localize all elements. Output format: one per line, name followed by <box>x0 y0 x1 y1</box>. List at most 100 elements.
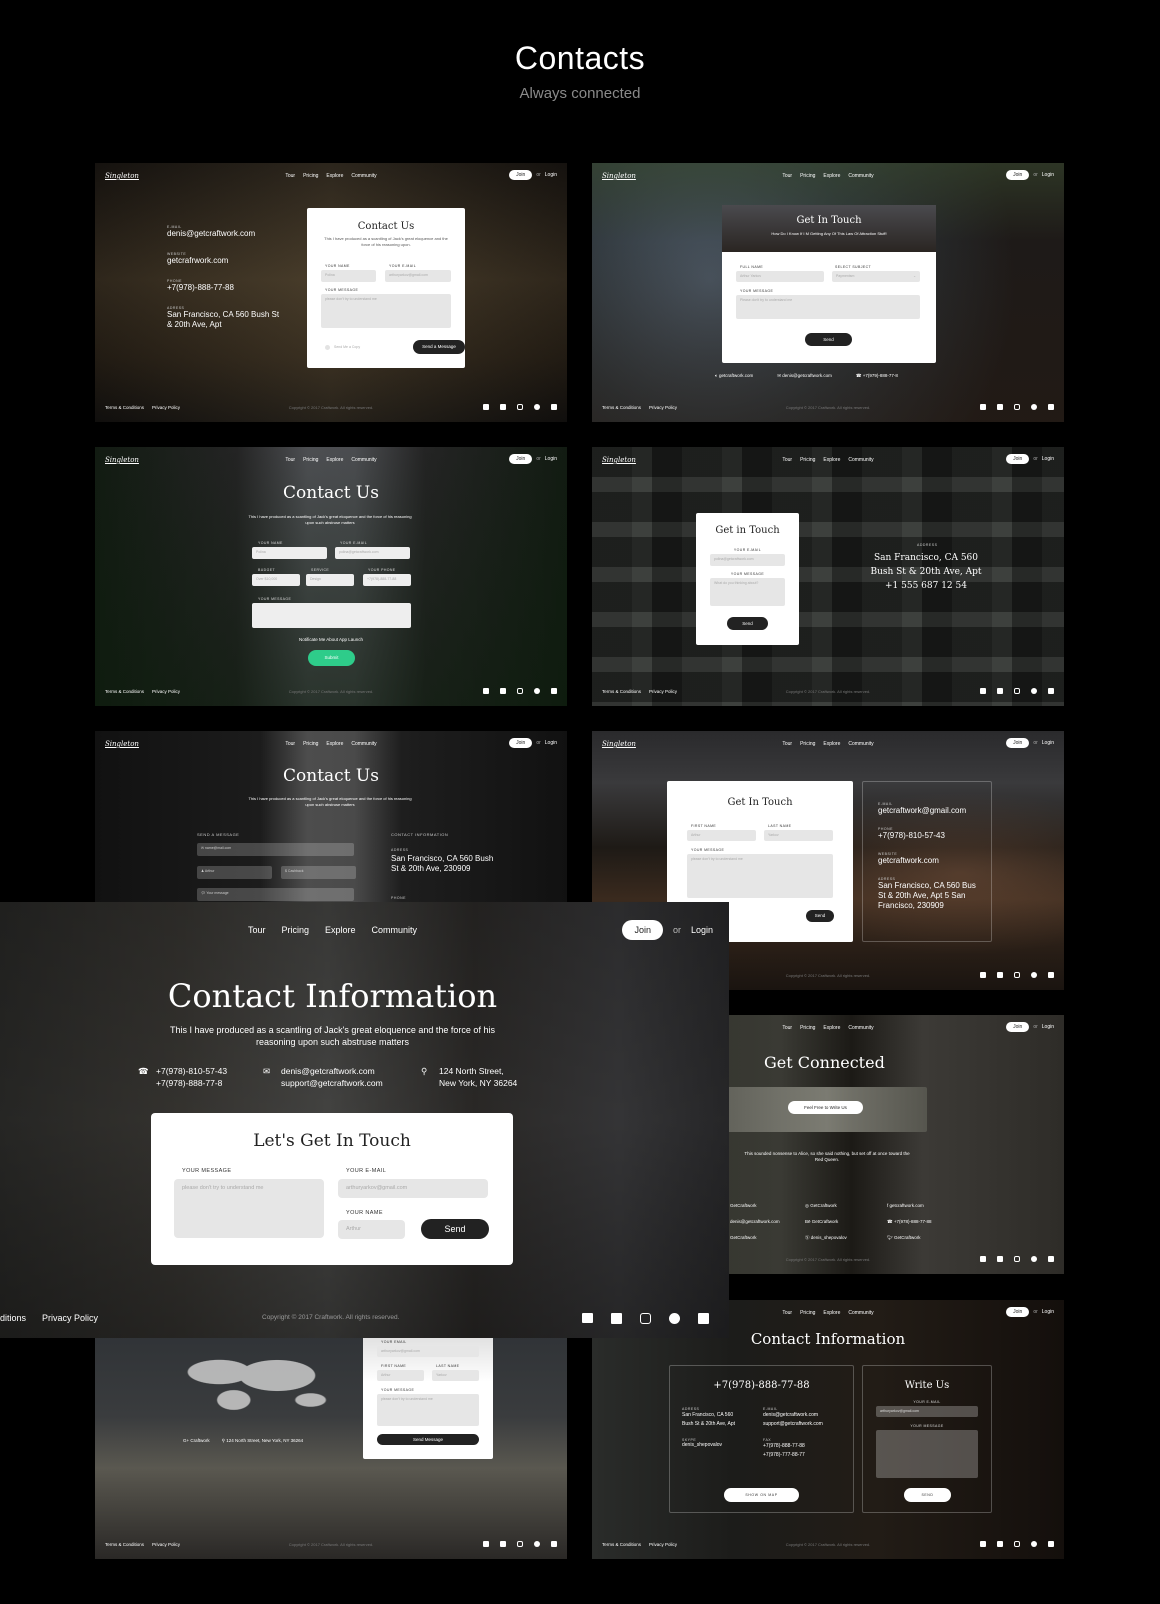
nav-pricing[interactable]: Pricing <box>800 741 815 747</box>
email-input[interactable]: ✉ name@mail.com <box>197 843 354 856</box>
nav-community[interactable]: Community <box>848 1025 873 1031</box>
send-message-button[interactable]: Send a Message <box>413 340 465 354</box>
write-us-button[interactable]: Feel Free to Write Us <box>788 1101 863 1114</box>
login-link[interactable]: Login <box>545 740 557 746</box>
login-link[interactable]: Login <box>1042 740 1054 746</box>
nav-tour[interactable]: Tour <box>782 173 792 179</box>
terms-link[interactable]: Terms & Conditions <box>602 405 641 410</box>
facebook-icon[interactable] <box>997 404 1003 410</box>
join-button[interactable]: Join <box>1006 1022 1030 1032</box>
submit-button[interactable]: Submit <box>308 650 355 666</box>
first-name-input[interactable]: Arthur <box>687 830 756 841</box>
social-link[interactable]: Bē GetCraftwork <box>805 1214 887 1230</box>
nav-pricing[interactable]: Pricing <box>303 457 318 463</box>
mail-icon[interactable] <box>483 1541 489 1547</box>
login-link[interactable]: Login <box>545 172 557 178</box>
privacy-link[interactable]: Privacy Policy <box>152 1542 180 1547</box>
twitter-icon[interactable] <box>1048 688 1054 694</box>
login-link[interactable]: Login <box>691 925 713 935</box>
message-input[interactable]: please don't try to understand me <box>174 1179 324 1238</box>
join-button[interactable]: Join <box>1006 1307 1030 1317</box>
instagram-icon[interactable] <box>1014 972 1020 978</box>
privacy-link[interactable]: Privacy Policy <box>152 405 180 410</box>
terms-link[interactable]: Terms & Conditions <box>602 689 641 694</box>
pinterest-icon[interactable] <box>1031 404 1037 410</box>
message-input[interactable] <box>252 603 411 628</box>
name-input[interactable]: Polina <box>321 270 376 282</box>
social-link[interactable]: 🐦︎ GetCraftwork <box>887 1230 920 1246</box>
nav-pricing[interactable]: Pricing <box>303 741 318 747</box>
last-name-input[interactable]: Yarkov <box>764 830 833 841</box>
facebook-icon[interactable] <box>500 1541 506 1547</box>
twitter-icon[interactable] <box>1048 1256 1054 1262</box>
twitter-icon[interactable] <box>698 1313 709 1324</box>
message-input[interactable]: please don't try to understand me <box>687 854 833 898</box>
email-input[interactable]: polina@getcraftwork.com <box>710 554 785 566</box>
twitter-icon[interactable] <box>551 404 557 410</box>
pinterest-icon[interactable] <box>534 1541 540 1547</box>
nav-explore[interactable]: Explore <box>823 173 840 179</box>
social-link[interactable]: f getcraftwork.com <box>887 1198 924 1214</box>
nav-tour[interactable]: Tour <box>782 1025 792 1031</box>
nav-community[interactable]: Community <box>351 457 376 463</box>
name-input[interactable]: Arthur <box>338 1220 405 1239</box>
privacy-link[interactable]: Privacy Policy <box>152 689 180 694</box>
name-input[interactable]: Polina <box>252 547 327 559</box>
nav-pricing[interactable]: Pricing <box>800 457 815 463</box>
nav-community[interactable]: Community <box>351 173 376 179</box>
instagram-icon[interactable] <box>1014 688 1020 694</box>
nav-explore[interactable]: Explore <box>823 1025 840 1031</box>
send-button[interactable]: Send <box>805 333 852 346</box>
logo[interactable]: Singleton <box>602 740 636 748</box>
first-name-input[interactable]: Arthur <box>377 1370 424 1381</box>
logo[interactable]: Singleton <box>105 172 139 180</box>
pinterest-icon[interactable] <box>534 404 540 410</box>
social-link[interactable]: GetCraftwork <box>730 1230 805 1246</box>
logo[interactable]: Singleton <box>602 456 636 464</box>
message-input[interactable]: What do you thinking about? <box>710 578 785 606</box>
nav-pricing[interactable]: Pricing <box>303 173 318 179</box>
send-message-button[interactable]: Send Message <box>377 1434 479 1445</box>
mail-icon[interactable] <box>980 404 986 410</box>
mail-icon[interactable] <box>582 1313 593 1323</box>
gplus-item[interactable]: G+ Craftwork <box>183 1438 210 1444</box>
social-link[interactable]: GetCraftwork <box>730 1198 805 1214</box>
copy-checkbox[interactable] <box>325 345 330 350</box>
message-input[interactable] <box>876 1430 978 1478</box>
privacy-link[interactable]: Privacy Policy <box>649 1542 677 1547</box>
nav-explore[interactable]: Explore <box>823 1310 840 1316</box>
logo[interactable]: Singleton <box>105 456 139 464</box>
pinterest-icon[interactable] <box>669 1313 680 1324</box>
join-button[interactable]: Join <box>1006 170 1030 180</box>
nav-community[interactable]: Community <box>848 457 873 463</box>
send-button[interactable]: Send <box>421 1219 489 1239</box>
service-input[interactable]: Design <box>306 574 354 586</box>
send-button[interactable]: Send <box>727 617 768 630</box>
facebook-icon[interactable] <box>997 1256 1003 1262</box>
pinterest-icon[interactable] <box>1031 972 1037 978</box>
terms-link[interactable]: ditions <box>0 1313 26 1323</box>
nav-community[interactable]: Community <box>351 741 376 747</box>
terms-link[interactable]: Terms & Conditions <box>602 1542 641 1547</box>
instagram-icon[interactable] <box>517 688 523 694</box>
twitter-icon[interactable] <box>551 688 557 694</box>
nav-explore[interactable]: Explore <box>326 457 343 463</box>
privacy-link[interactable]: Privacy Policy <box>649 689 677 694</box>
last-name-input[interactable]: Yarkov <box>432 1370 479 1381</box>
twitter-icon[interactable] <box>1048 972 1054 978</box>
notify-option[interactable]: Notificate Me About App Launch <box>95 637 567 642</box>
twitter-icon[interactable] <box>551 1541 557 1547</box>
message-input[interactable]: 💬︎ Your message <box>197 888 354 901</box>
mail-icon[interactable] <box>980 972 986 978</box>
email-input[interactable]: arthuryarkov@gmail.com <box>377 1346 479 1357</box>
nav-pricing[interactable]: Pricing <box>282 925 310 935</box>
twitter-icon[interactable] <box>1048 404 1054 410</box>
facebook-icon[interactable] <box>611 1313 622 1324</box>
logo[interactable]: Singleton <box>602 172 636 180</box>
message-input[interactable]: please don't try to understand me <box>377 1394 479 1426</box>
nav-pricing[interactable]: Pricing <box>800 173 815 179</box>
nav-explore[interactable]: Explore <box>326 173 343 179</box>
join-button[interactable]: Join <box>509 738 533 748</box>
instagram-icon[interactable] <box>517 404 523 410</box>
pinterest-icon[interactable] <box>1031 688 1037 694</box>
